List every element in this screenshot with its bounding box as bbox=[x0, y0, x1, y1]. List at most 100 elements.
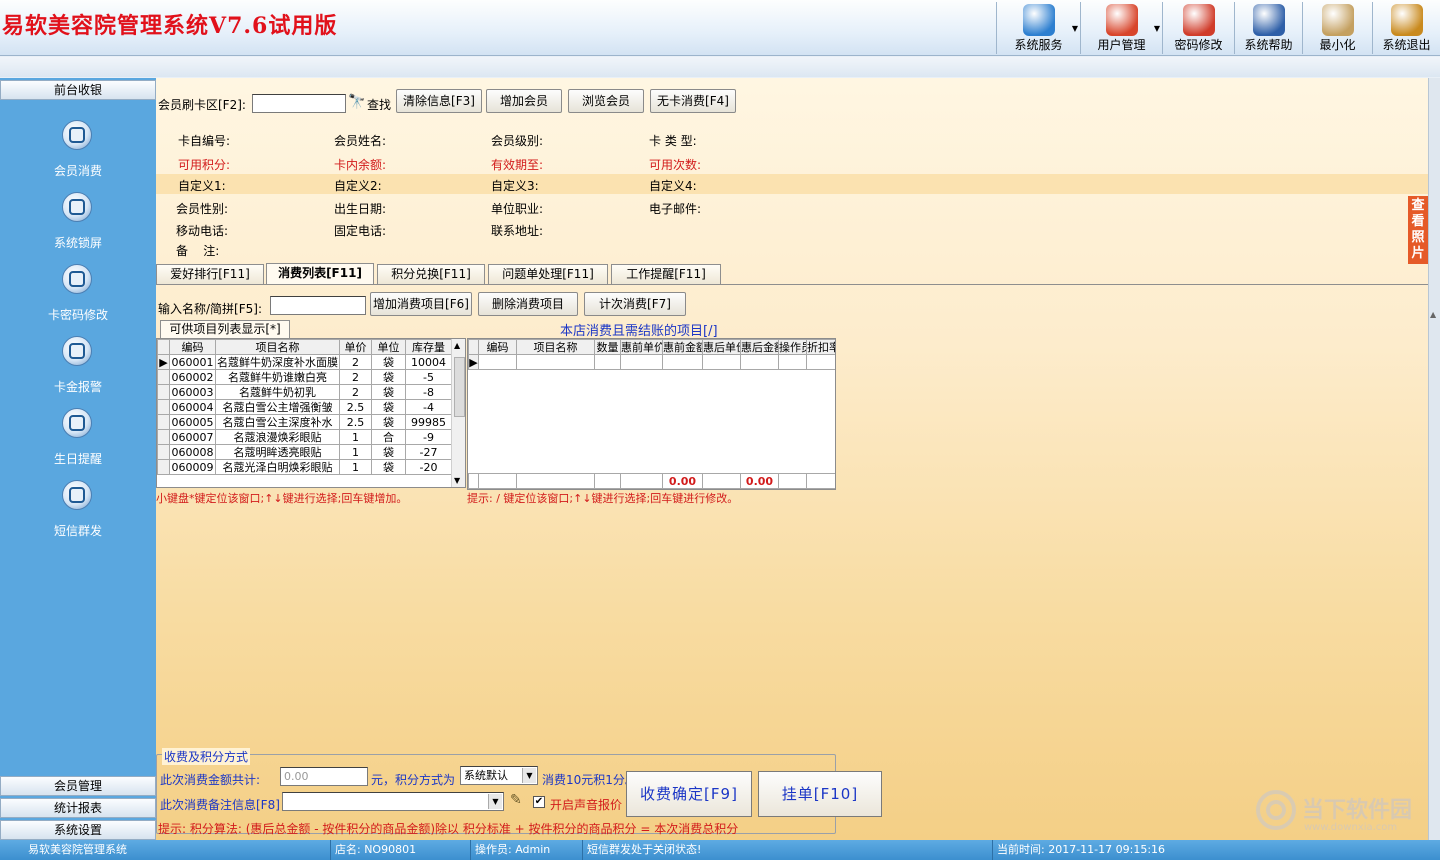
status-store: 店名: NO90801 bbox=[330, 840, 450, 860]
table-cell: -9 bbox=[405, 429, 452, 445]
available-items-grid[interactable]: 编码 项目名称 单价 单位 库存量 ▶ 060001 名蔻鲜牛奶深度补水面膜 2 袋 10004 0… bbox=[156, 338, 466, 488]
table-row[interactable]: ▶ 060001 名蔻鲜牛奶深度补水面膜 2 袋 10004 bbox=[157, 354, 452, 370]
count-consume-button[interactable]: 计次消费[F7] bbox=[584, 292, 686, 316]
total-amount-input[interactable]: 0.00 bbox=[280, 767, 368, 786]
main-panel: 会员刷卡区[F2]: 🔭 查找 清除信息[F3] 增加会员 浏览会员 无卡消费[… bbox=[156, 78, 1428, 840]
toolbar-globe-button[interactable]: 系统服务 ▼ bbox=[996, 2, 1080, 54]
table-cell: 060001 bbox=[169, 354, 216, 370]
pending-col-header[interactable]: 项目名称 bbox=[516, 339, 595, 355]
items-col-header[interactable]: 项目名称 bbox=[215, 339, 340, 355]
add-consume-item-button[interactable]: 增加消费项目[F6] bbox=[370, 292, 472, 316]
table-row[interactable]: 060004 名蔻白雪公主增强衡皱 2.5 袋 -4 bbox=[157, 399, 452, 415]
info-card-type: 卡 类 型: bbox=[649, 134, 697, 148]
pencil-icon[interactable]: ✎ bbox=[510, 792, 522, 808]
toolbar-brush-button[interactable]: 密码修改 bbox=[1162, 2, 1234, 54]
table-row[interactable]: 060003 名蔻鲜牛奶初乳 2 袋 -8 bbox=[157, 384, 452, 400]
pending-col-header[interactable]: 编码 bbox=[478, 339, 517, 355]
note-combo[interactable]: ▼ bbox=[282, 792, 504, 811]
view-photo-button[interactable]: 查看照片 bbox=[1408, 196, 1428, 264]
table-row[interactable]: 060005 名蔻白雪公主深度补水 2.5 袋 99985 bbox=[157, 414, 452, 430]
pending-col-header[interactable]: 惠前金额 bbox=[662, 339, 703, 355]
items-col-header[interactable]: 库存量 bbox=[405, 339, 452, 355]
card-swipe-input[interactable] bbox=[252, 94, 346, 113]
sidebar-item-lock-screen[interactable]: 系统锁屏 bbox=[0, 192, 156, 262]
info-custom-3: 自定义3: bbox=[491, 179, 539, 193]
confirm-payment-button[interactable]: 收费确定[F9] bbox=[626, 771, 752, 817]
grid-corner bbox=[468, 339, 479, 355]
no-card-consume-button[interactable]: 无卡消费[F4] bbox=[650, 89, 736, 113]
info-note: 备 注: bbox=[176, 244, 220, 258]
points-mode-select[interactable]: 系统默认 ▼ bbox=[460, 766, 538, 785]
scroll-down-icon[interactable]: ▼ bbox=[454, 476, 460, 485]
items-col-header[interactable]: 编码 bbox=[169, 339, 216, 355]
toolbar-book-button[interactable]: 系统帮助 bbox=[1234, 2, 1302, 54]
pending-col-header[interactable]: 惠后金额 bbox=[740, 339, 779, 355]
pending-col-header[interactable]: 数量 bbox=[594, 339, 621, 355]
find-label[interactable]: 查找 bbox=[367, 96, 391, 113]
pending-col-header[interactable]: 惠前单价 bbox=[620, 339, 663, 355]
table-row[interactable]: 060008 名蔻明眸透亮眼贴 1 袋 -27 bbox=[157, 444, 452, 460]
row-pointer-icon: ▶ bbox=[157, 354, 170, 370]
table-cell: 袋 bbox=[371, 444, 406, 460]
delete-consume-item-button[interactable]: 删除消费项目 bbox=[478, 292, 578, 316]
window-icon bbox=[1321, 4, 1354, 36]
sidebar-item-member-consume[interactable]: 会员消费 bbox=[0, 120, 156, 190]
item-list-tab[interactable]: 可供项目列表显示[*] bbox=[160, 320, 290, 339]
sidebar-header-front-desk[interactable]: 前台收银 bbox=[0, 80, 156, 100]
voice-checkbox[interactable]: ✔ bbox=[533, 796, 545, 808]
table-row[interactable]: 060002 名蔻鲜牛奶谁嫩白亮 2 袋 -5 bbox=[157, 369, 452, 385]
sidebar-item-label: 系统锁屏 bbox=[53, 236, 102, 250]
table-cell: 袋 bbox=[371, 399, 406, 415]
sidebar-footer-member-mgmt[interactable]: 会员管理 bbox=[0, 776, 156, 796]
card-password-icon bbox=[62, 264, 92, 294]
pending-col-header[interactable]: 折扣率 bbox=[806, 339, 835, 355]
tab-work-reminder[interactable]: 工作提醒[F11] bbox=[611, 264, 721, 284]
toolbar-window-button[interactable]: 最小化 bbox=[1302, 2, 1372, 54]
pending-row-empty[interactable]: ▶ bbox=[468, 354, 835, 370]
sidebar-footer-settings[interactable]: 系统设置 bbox=[0, 820, 156, 840]
sidebar-footer-reports[interactable]: 统计报表 bbox=[0, 798, 156, 818]
toolbar-label: 系统帮助 bbox=[1244, 38, 1293, 52]
hold-order-button[interactable]: 挂单[F10] bbox=[758, 771, 882, 817]
table-cell: 袋 bbox=[371, 459, 406, 475]
binoculars-icon[interactable]: 🔭 bbox=[348, 94, 365, 110]
table-row[interactable]: 060007 名蔻浪漫焕彩眼贴 1 合 -9 bbox=[157, 429, 452, 445]
sidebar-item-card-password[interactable]: 卡密码修改 bbox=[0, 264, 156, 334]
points-mode-label: 元，积分方式为 bbox=[371, 773, 456, 787]
table-cell: 名蔻鲜牛奶谁嫩白亮 bbox=[215, 369, 340, 385]
toolbar-exit-door-button[interactable]: 系统退出 bbox=[1372, 2, 1440, 54]
add-member-button[interactable]: 增加会员 bbox=[486, 89, 562, 113]
chevron-down-icon[interactable]: ▼ bbox=[522, 768, 536, 783]
tab-points-exchange[interactable]: 积分兑换[F11] bbox=[377, 264, 485, 284]
table-cell: 1 bbox=[339, 429, 372, 445]
table-row[interactable]: 060009 名蔻光泽白明焕彩眼贴 1 袋 -20 bbox=[157, 459, 452, 475]
item-search-input[interactable] bbox=[270, 296, 366, 315]
tab-issue-handling[interactable]: 问题单处理[F11] bbox=[488, 264, 608, 284]
sidebar-item-card-alarm[interactable]: 卡金报警 bbox=[0, 336, 156, 406]
clear-info-button[interactable]: 清除信息[F3] bbox=[396, 89, 482, 113]
sidebar-item-birthday[interactable]: 生日提醒 bbox=[0, 408, 156, 478]
card-swipe-label: 会员刷卡区[F2]: bbox=[158, 98, 246, 112]
items-grid-scrollbar[interactable]: ▲ ▼ bbox=[451, 339, 465, 487]
toolbar-users-button[interactable]: 用户管理 ▼ bbox=[1080, 2, 1162, 54]
scroll-thumb[interactable] bbox=[454, 357, 465, 417]
items-col-header[interactable]: 单位 bbox=[371, 339, 406, 355]
window-scrollbar[interactable]: ▲ bbox=[1428, 78, 1440, 840]
tab-consume-list[interactable]: 消费列表[F11] bbox=[266, 263, 374, 285]
sidebar-item-sms[interactable]: 短信群发 bbox=[0, 480, 156, 550]
pending-items-grid[interactable]: 编码项目名称数量惠前单价惠前金额惠后单价惠后金额操作员折扣率 ▶ 0.00 0.… bbox=[467, 338, 836, 490]
dropdown-arrow-icon[interactable]: ▼ bbox=[1072, 24, 1078, 33]
pending-col-header[interactable]: 操作员 bbox=[778, 339, 807, 355]
browse-members-button[interactable]: 浏览会员 bbox=[568, 89, 644, 113]
pending-col-header[interactable]: 惠后单价 bbox=[702, 339, 741, 355]
table-cell: 060007 bbox=[169, 429, 216, 445]
scroll-up-icon[interactable]: ▲ bbox=[454, 341, 460, 350]
table-cell: 1 bbox=[339, 459, 372, 475]
dropdown-arrow-icon[interactable]: ▼ bbox=[1154, 24, 1160, 33]
voice-label[interactable]: 开启声音报价 bbox=[550, 796, 622, 813]
globe-icon bbox=[1022, 4, 1055, 36]
tab-hobby-rank[interactable]: 爱好排行[F11] bbox=[156, 264, 264, 284]
items-col-header[interactable]: 单价 bbox=[339, 339, 372, 355]
window-scroll-up-icon[interactable]: ▲ bbox=[1430, 310, 1436, 319]
note-chevron-down-icon[interactable]: ▼ bbox=[488, 794, 502, 809]
